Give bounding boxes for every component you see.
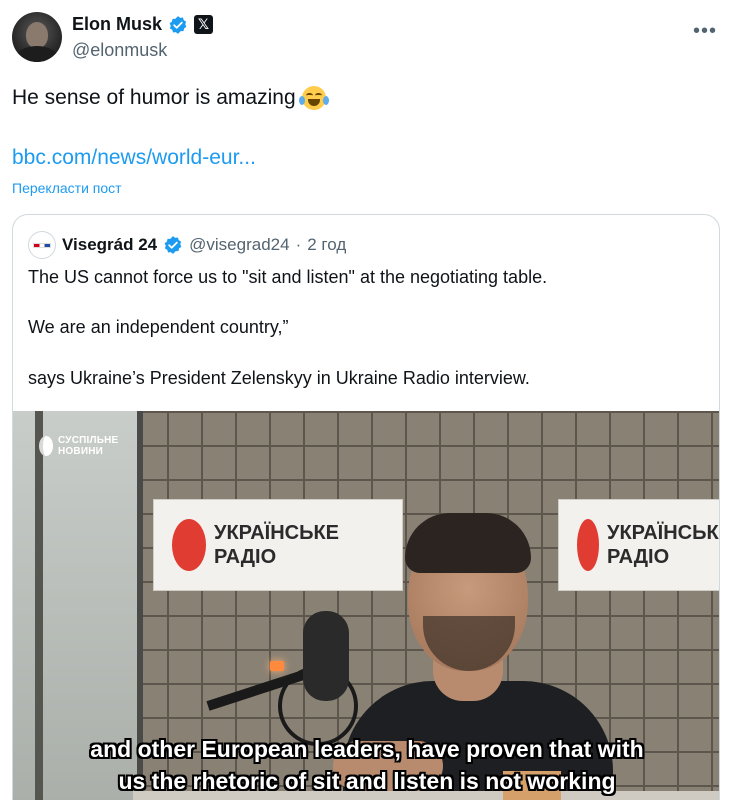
ukrainian-radio-sign: УКРАЇНСЬКЕ РАДІО bbox=[153, 499, 403, 591]
quoted-text-line: says Ukraine’s President Zelenskyy in Uk… bbox=[28, 368, 530, 388]
watermark-text: СУСПІЛЬНЕ НОВИНИ bbox=[58, 435, 118, 457]
author-handle[interactable]: @elonmusk bbox=[72, 40, 167, 61]
quoted-timestamp[interactable]: 2 год bbox=[307, 235, 346, 255]
author-name[interactable]: Elon Musk bbox=[72, 14, 162, 35]
tweet-text: He sense of humor is amazing bbox=[12, 86, 329, 110]
watermark-line-2: НОВИНИ bbox=[58, 446, 104, 457]
x-logo-icon: 𝕏 bbox=[194, 15, 214, 34]
tweet-header: Elon Musk 𝕏 @elonmusk ••• bbox=[12, 12, 721, 66]
sign-text: УКРАЇНСЬКЕ РАДІО bbox=[607, 522, 720, 568]
quoted-author-name[interactable]: Visegrád 24 bbox=[62, 235, 157, 255]
verified-badge-icon bbox=[169, 15, 187, 34]
more-options-icon[interactable]: ••• bbox=[693, 20, 717, 43]
radio-logo-icon bbox=[172, 519, 206, 571]
author-avatar[interactable] bbox=[12, 12, 62, 62]
author-name-row: Elon Musk 𝕏 bbox=[72, 14, 214, 35]
quoted-tweet-header: Visegrád 24 @visegrad24 · 2 год bbox=[28, 231, 346, 259]
quoted-tweet-card[interactable]: Visegrád 24 @visegrad24 · 2 год The US c… bbox=[12, 214, 720, 800]
quoted-author-avatar[interactable] bbox=[28, 231, 56, 259]
speaker-hair bbox=[405, 513, 531, 573]
quoted-video-thumbnail[interactable]: УКРАЇНСЬКЕ РАДІО УКРАЇНСЬКЕ РАДІО СУСПІЛ… bbox=[13, 411, 720, 800]
tears-of-joy-emoji-icon bbox=[298, 86, 329, 110]
subtitle-line-2: us the rhetoric of sit and listen is not… bbox=[118, 768, 616, 794]
suspilne-logo-icon bbox=[39, 436, 53, 456]
on-air-light bbox=[270, 661, 284, 671]
radio-logo-icon bbox=[577, 519, 599, 571]
subtitle-line-1: and other European leaders, have proven … bbox=[90, 736, 644, 762]
tweet-link[interactable]: bbc.com/news/world-eur... bbox=[12, 146, 256, 170]
sign-text: УКРАЇНСЬКЕ РАДІО bbox=[214, 522, 339, 568]
quoted-text-line: We are an independent country,” bbox=[28, 317, 289, 337]
verified-badge-icon bbox=[164, 236, 182, 254]
ukrainian-radio-sign-2: УКРАЇНСЬКЕ РАДІО bbox=[558, 499, 720, 591]
microphone-icon bbox=[303, 611, 349, 701]
dot-separator: · bbox=[295, 235, 302, 254]
tweet-body: He sense of humor is amazing bbox=[12, 86, 296, 109]
watermark-line-1: СУСПІЛЬНЕ bbox=[58, 435, 119, 446]
translate-post-link[interactable]: Перекласти пост bbox=[12, 180, 122, 196]
video-subtitles: and other European leaders, have proven … bbox=[13, 733, 719, 797]
quoted-author-handle[interactable]: @visegrad24 bbox=[189, 235, 289, 255]
quoted-text-line: The US cannot force us to "sit and liste… bbox=[28, 267, 548, 287]
suspilne-news-watermark: СУСПІЛЬНЕ НОВИНИ bbox=[39, 435, 118, 457]
